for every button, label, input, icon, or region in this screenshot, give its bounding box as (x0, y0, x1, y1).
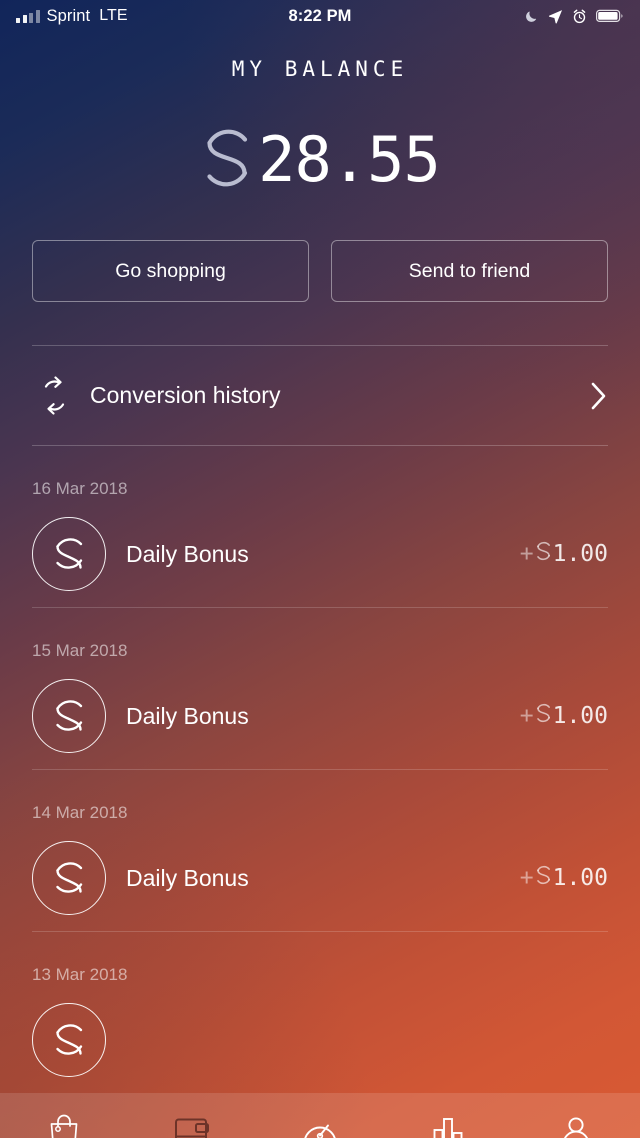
tab-wallet[interactable] (128, 1093, 256, 1138)
speedometer-icon (300, 1113, 340, 1138)
wallet-icon (173, 1115, 211, 1138)
sync-arrows-icon (32, 373, 78, 419)
sweatcoin-symbol-small-icon (535, 864, 552, 892)
sweatcoin-avatar-icon (32, 679, 106, 753)
transaction-name: Daily Bonus (126, 864, 249, 891)
table-row[interactable]: Daily Bonus + 1.00 (32, 663, 608, 769)
transaction-amount: + 1.00 (520, 702, 608, 730)
sweatcoin-avatar-icon (32, 1003, 106, 1077)
status-bar-right (352, 9, 624, 24)
tab-activity[interactable] (256, 1093, 384, 1138)
carrier-label: Sprint (46, 6, 91, 25)
battery-icon (596, 9, 624, 23)
conversion-history-label: Conversion history (90, 382, 281, 408)
amount-value: 1.00 (552, 541, 608, 567)
bottom-tab-bar (0, 1093, 640, 1138)
conversion-history-row[interactable]: Conversion history (32, 346, 608, 445)
amount-value: 1.00 (552, 703, 608, 729)
table-row[interactable]: Daily Bonus + 1.00 (32, 501, 608, 607)
sweatcoin-avatar-icon (32, 841, 106, 915)
bar-chart-icon (431, 1115, 465, 1138)
send-to-friend-button[interactable]: Send to friend (331, 240, 608, 302)
person-icon (559, 1114, 593, 1138)
transaction-list: 16 Mar 2018 Daily Bonus + 1.00 15 Mar 20… (32, 446, 608, 1093)
transaction-group: 16 Mar 2018 Daily Bonus + 1.00 (32, 446, 608, 608)
action-buttons: Go shopping Send to friend (0, 240, 640, 302)
app-screen: Sprint LTE 8:22 PM MY BALANCE 28.55 Go s… (0, 0, 640, 1138)
sweatcoin-symbol-small-icon (535, 702, 552, 730)
go-shopping-button[interactable]: Go shopping (32, 240, 309, 302)
transaction-date: 16 Mar 2018 (32, 479, 128, 498)
balance-display: 28.55 (0, 123, 640, 197)
network-type-label: LTE (99, 7, 128, 24)
sweatcoin-symbol-icon (200, 126, 254, 195)
transaction-date: 14 Mar 2018 (32, 803, 128, 822)
transaction-date: 13 Mar 2018 (32, 965, 128, 984)
transaction-name: Daily Bonus (126, 540, 249, 567)
transaction-name: Daily Bonus (126, 702, 249, 729)
alarm-clock-icon (572, 9, 587, 24)
tab-profile[interactable] (512, 1093, 640, 1138)
tab-shopping[interactable] (0, 1093, 128, 1138)
status-bar: Sprint LTE 8:22 PM (0, 0, 640, 32)
transaction-group: 15 Mar 2018 Daily Bonus + 1.00 (32, 608, 608, 770)
table-row[interactable]: Daily Bonus + 1.00 (32, 825, 608, 931)
shopping-bag-icon (47, 1113, 81, 1138)
transaction-amount: + 1.00 (520, 864, 608, 892)
amount-sign: + (519, 541, 534, 567)
transaction-date: 15 Mar 2018 (32, 641, 128, 660)
transaction-group: 14 Mar 2018 Daily Bonus + 1.00 (32, 770, 608, 932)
clock-label: 8:22 PM (288, 6, 352, 25)
signal-bars-icon (16, 9, 40, 23)
transaction-group: 13 Mar 2018 (32, 932, 608, 1093)
location-arrow-icon (548, 9, 563, 24)
sweatcoin-avatar-icon (32, 517, 106, 591)
status-bar-left: Sprint LTE (16, 7, 288, 26)
amount-sign: + (519, 865, 534, 891)
table-row[interactable] (32, 987, 608, 1093)
sweatcoin-symbol-small-icon (535, 540, 552, 568)
amount-value: 1.00 (552, 865, 608, 891)
balance-amount: 28.55 (258, 123, 441, 196)
transaction-amount: + 1.00 (520, 540, 608, 568)
page-title: MY BALANCE (231, 57, 409, 81)
chevron-right-icon[interactable] (588, 380, 608, 412)
amount-sign: + (519, 703, 534, 729)
tab-stats[interactable] (384, 1093, 512, 1138)
moon-icon (524, 9, 539, 24)
